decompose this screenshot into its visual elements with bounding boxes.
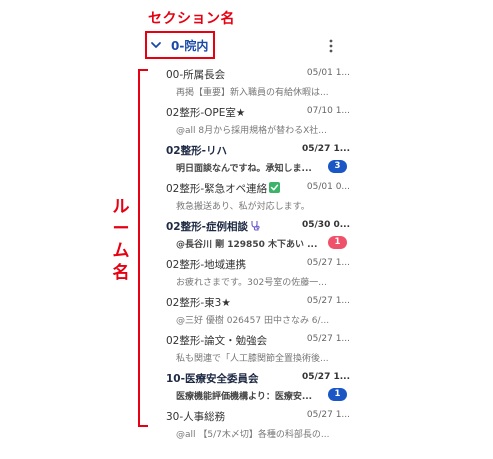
section-name: 0-院内	[171, 38, 209, 53]
room-item[interactable]: 02整形-症例相談 05/30 0... @長谷川 剛 129850 木下あい …	[166, 219, 350, 257]
room-time: 05/30 0...	[302, 220, 350, 230]
room-item[interactable]: 02整形-論文・勉強会 05/27 1... 私も関連で「人工膝関節全置換術後.…	[166, 333, 350, 371]
room-callout-char: ム	[112, 241, 130, 261]
room-preview: お疲れさまです。302号室の佐藤一...	[176, 278, 327, 288]
room-time: 07/10 1...	[306, 106, 350, 116]
room-name: 02整形-リハ	[166, 145, 227, 157]
room-name: 02整形-地域連携	[166, 259, 247, 271]
room-time: 05/27 1...	[306, 296, 350, 306]
room-preview: @all 8月から採用規格が替わるX社...	[176, 126, 327, 136]
room-preview: 医療機能評価機構より：医療安...	[176, 392, 313, 402]
room-preview: @長谷川 剛 129850 木下あい ...	[176, 240, 318, 250]
room-item[interactable]: 30-人事総務 05/27 1... @all 【5/7木〆切】各種の科部長の.…	[166, 409, 350, 447]
check-box-icon	[269, 182, 281, 193]
room-time: 05/27 1...	[306, 410, 350, 420]
room-list-bracket	[138, 69, 148, 427]
room-time: 05/01 1...	[306, 68, 350, 78]
room-name: 02整形-OPE室★	[166, 107, 246, 119]
section-header[interactable]: 0-院内	[147, 33, 208, 57]
room-time: 05/27 1...	[306, 334, 350, 344]
room-callout-char: ー	[112, 219, 130, 239]
room-name: 02整形-症例相談	[166, 221, 248, 233]
room-preview: 私も関連で「人工膝関節全置換術後...	[176, 354, 329, 364]
room-name: 00-所属長会	[166, 69, 226, 81]
more-vertical-icon[interactable]	[326, 38, 336, 54]
room-name-wrap: 02整形-症例相談	[166, 219, 261, 234]
room-preview: 再掲【重要】新入職員の有給休暇は...	[176, 88, 329, 98]
room-preview: @all 【5/7木〆切】各種の科部長の...	[176, 430, 330, 440]
room-name-callout: ル ー ム 名	[111, 196, 131, 284]
room-name: 30-人事総務	[166, 411, 226, 423]
section-name-callout: セクション名	[148, 11, 235, 27]
room-time: 05/27 1...	[306, 258, 350, 268]
room-item[interactable]: 02整形-地域連携 05/27 1... お疲れさまです。302号室の佐藤一..…	[166, 257, 350, 295]
room-preview: 明日面談なんですね。承知しま...	[176, 164, 312, 174]
room-item[interactable]: 00-所属長会 05/01 1... 再掲【重要】新入職員の有給休暇は...	[166, 67, 350, 105]
room-callout-char: ル	[112, 197, 130, 217]
room-item[interactable]: 02整形-OPE室★ 07/10 1... @all 8月から採用規格が替わるX…	[166, 105, 350, 143]
room-callout-char: 名	[112, 263, 130, 283]
room-name: 10-医療安全委員会	[166, 373, 259, 385]
room-name-wrap: 02整形-緊急オペ連絡	[166, 181, 281, 196]
room-item[interactable]: 02整形-緊急オペ連絡 05/01 0... 救急搬送あり、私が対応します。	[166, 181, 350, 219]
room-item[interactable]: 02整形-東3★ 05/27 1... @三好 優樹 026457 田中さなみ …	[166, 295, 350, 333]
room-name: 02整形-論文・勉強会	[166, 335, 268, 347]
room-preview: 救急搬送あり、私が対応します。	[176, 202, 310, 212]
chevron-down-icon[interactable]	[149, 38, 163, 52]
room-name: 02整形-緊急オペ連絡	[166, 183, 268, 195]
room-preview: @三好 優樹 026457 田中さなみ 6/...	[176, 316, 330, 326]
unread-badge: 1	[328, 236, 347, 249]
unread-badge: 1	[328, 388, 347, 401]
room-time: 05/27 1...	[302, 144, 350, 154]
room-name: 02整形-東3★	[166, 297, 231, 309]
room-time: 05/01 0...	[306, 182, 350, 192]
room-item[interactable]: 02整形-リハ 05/27 1... 明日面談なんですね。承知しま... 3	[166, 143, 350, 181]
stethoscope-icon	[250, 220, 261, 231]
room-time: 05/27 1...	[302, 372, 350, 382]
room-item[interactable]: 10-医療安全委員会 05/27 1... 医療機能評価機構より：医療安... …	[166, 371, 350, 409]
unread-badge: 3	[328, 160, 347, 173]
